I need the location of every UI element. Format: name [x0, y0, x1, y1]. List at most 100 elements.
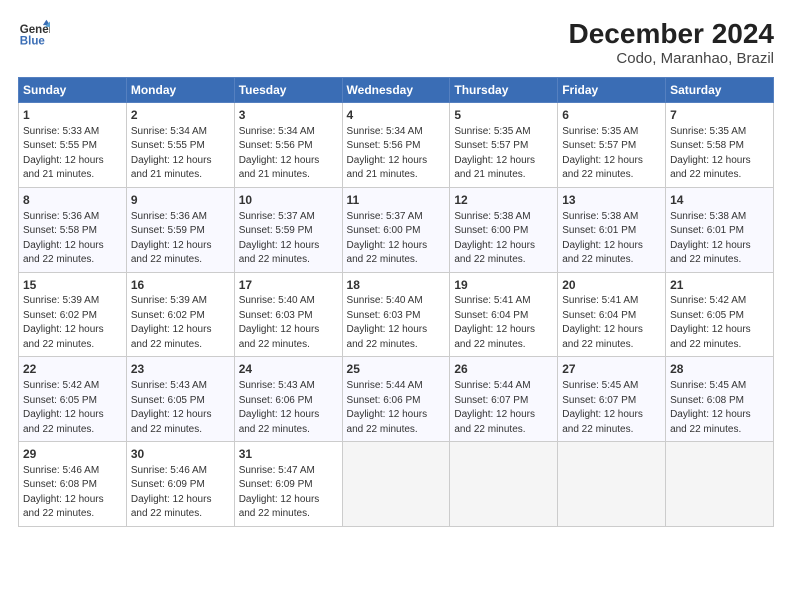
day-number: 7 — [670, 107, 769, 124]
calendar-day-cell: 20Sunrise: 5:41 AM Sunset: 6:04 PM Dayli… — [558, 272, 666, 357]
col-header-friday: Friday — [558, 78, 666, 103]
day-number: 25 — [347, 361, 446, 378]
calendar-title: December 2024 — [569, 18, 774, 50]
calendar-day-cell: 14Sunrise: 5:38 AM Sunset: 6:01 PM Dayli… — [666, 187, 774, 272]
day-number: 28 — [670, 361, 769, 378]
day-info: Sunrise: 5:46 AM Sunset: 6:08 PM Dayligh… — [23, 464, 122, 522]
calendar-day-cell: 8Sunrise: 5:36 AM Sunset: 5:58 PM Daylig… — [19, 187, 127, 272]
calendar-week-row: 29Sunrise: 5:46 AM Sunset: 6:08 PM Dayli… — [19, 442, 774, 527]
day-number: 31 — [239, 446, 338, 463]
day-number: 3 — [239, 107, 338, 124]
day-info: Sunrise: 5:36 AM Sunset: 5:59 PM Dayligh… — [131, 210, 230, 268]
logo-icon: General Blue — [18, 18, 50, 50]
day-number: 11 — [347, 192, 446, 209]
calendar-day-cell: 3Sunrise: 5:34 AM Sunset: 5:56 PM Daylig… — [234, 103, 342, 188]
calendar-day-cell — [558, 442, 666, 527]
calendar-day-cell: 29Sunrise: 5:46 AM Sunset: 6:08 PM Dayli… — [19, 442, 127, 527]
day-info: Sunrise: 5:35 AM Sunset: 5:58 PM Dayligh… — [670, 125, 769, 183]
calendar-week-row: 1Sunrise: 5:33 AM Sunset: 5:55 PM Daylig… — [19, 103, 774, 188]
day-number: 17 — [239, 277, 338, 294]
day-number: 22 — [23, 361, 122, 378]
day-info: Sunrise: 5:36 AM Sunset: 5:58 PM Dayligh… — [23, 210, 122, 268]
calendar-day-cell: 6Sunrise: 5:35 AM Sunset: 5:57 PM Daylig… — [558, 103, 666, 188]
col-header-tuesday: Tuesday — [234, 78, 342, 103]
day-number: 20 — [562, 277, 661, 294]
svg-text:General: General — [20, 24, 50, 36]
day-info: Sunrise: 5:43 AM Sunset: 6:05 PM Dayligh… — [131, 379, 230, 437]
day-info: Sunrise: 5:35 AM Sunset: 5:57 PM Dayligh… — [454, 125, 553, 183]
day-info: Sunrise: 5:38 AM Sunset: 6:01 PM Dayligh… — [562, 210, 661, 268]
calendar-day-cell — [342, 442, 450, 527]
day-info: Sunrise: 5:45 AM Sunset: 6:08 PM Dayligh… — [670, 379, 769, 437]
calendar-day-cell: 19Sunrise: 5:41 AM Sunset: 6:04 PM Dayli… — [450, 272, 558, 357]
calendar-day-cell: 26Sunrise: 5:44 AM Sunset: 6:07 PM Dayli… — [450, 357, 558, 442]
day-number: 4 — [347, 107, 446, 124]
day-number: 30 — [131, 446, 230, 463]
day-info: Sunrise: 5:40 AM Sunset: 6:03 PM Dayligh… — [347, 294, 446, 352]
calendar-day-cell: 17Sunrise: 5:40 AM Sunset: 6:03 PM Dayli… — [234, 272, 342, 357]
calendar-table: SundayMondayTuesdayWednesdayThursdayFrid… — [18, 77, 774, 527]
day-info: Sunrise: 5:42 AM Sunset: 6:05 PM Dayligh… — [23, 379, 122, 437]
day-number: 21 — [670, 277, 769, 294]
day-number: 26 — [454, 361, 553, 378]
calendar-day-cell — [450, 442, 558, 527]
day-info: Sunrise: 5:46 AM Sunset: 6:09 PM Dayligh… — [131, 464, 230, 522]
calendar-day-cell: 18Sunrise: 5:40 AM Sunset: 6:03 PM Dayli… — [342, 272, 450, 357]
calendar-day-cell: 22Sunrise: 5:42 AM Sunset: 6:05 PM Dayli… — [19, 357, 127, 442]
day-number: 18 — [347, 277, 446, 294]
col-header-monday: Monday — [126, 78, 234, 103]
calendar-week-row: 8Sunrise: 5:36 AM Sunset: 5:58 PM Daylig… — [19, 187, 774, 272]
day-info: Sunrise: 5:34 AM Sunset: 5:56 PM Dayligh… — [239, 125, 338, 183]
day-number: 8 — [23, 192, 122, 209]
calendar-day-cell: 27Sunrise: 5:45 AM Sunset: 6:07 PM Dayli… — [558, 357, 666, 442]
day-number: 27 — [562, 361, 661, 378]
calendar-day-cell: 9Sunrise: 5:36 AM Sunset: 5:59 PM Daylig… — [126, 187, 234, 272]
day-info: Sunrise: 5:43 AM Sunset: 6:06 PM Dayligh… — [239, 379, 338, 437]
day-info: Sunrise: 5:44 AM Sunset: 6:07 PM Dayligh… — [454, 379, 553, 437]
day-info: Sunrise: 5:41 AM Sunset: 6:04 PM Dayligh… — [454, 294, 553, 352]
day-number: 13 — [562, 192, 661, 209]
day-info: Sunrise: 5:44 AM Sunset: 6:06 PM Dayligh… — [347, 379, 446, 437]
calendar-day-cell: 12Sunrise: 5:38 AM Sunset: 6:00 PM Dayli… — [450, 187, 558, 272]
col-header-wednesday: Wednesday — [342, 78, 450, 103]
day-info: Sunrise: 5:34 AM Sunset: 5:56 PM Dayligh… — [347, 125, 446, 183]
calendar-day-cell: 4Sunrise: 5:34 AM Sunset: 5:56 PM Daylig… — [342, 103, 450, 188]
day-info: Sunrise: 5:34 AM Sunset: 5:55 PM Dayligh… — [131, 125, 230, 183]
calendar-day-cell: 2Sunrise: 5:34 AM Sunset: 5:55 PM Daylig… — [126, 103, 234, 188]
day-number: 1 — [23, 107, 122, 124]
calendar-day-cell: 1Sunrise: 5:33 AM Sunset: 5:55 PM Daylig… — [19, 103, 127, 188]
calendar-day-cell — [666, 442, 774, 527]
day-info: Sunrise: 5:41 AM Sunset: 6:04 PM Dayligh… — [562, 294, 661, 352]
day-number: 24 — [239, 361, 338, 378]
header: General Blue December 2024 Codo, Maranha… — [18, 18, 774, 67]
logo: General Blue — [18, 18, 50, 50]
day-number: 19 — [454, 277, 553, 294]
day-info: Sunrise: 5:33 AM Sunset: 5:55 PM Dayligh… — [23, 125, 122, 183]
calendar-day-cell: 11Sunrise: 5:37 AM Sunset: 6:00 PM Dayli… — [342, 187, 450, 272]
calendar-day-cell: 13Sunrise: 5:38 AM Sunset: 6:01 PM Dayli… — [558, 187, 666, 272]
day-number: 12 — [454, 192, 553, 209]
day-info: Sunrise: 5:38 AM Sunset: 6:01 PM Dayligh… — [670, 210, 769, 268]
calendar-day-cell: 10Sunrise: 5:37 AM Sunset: 5:59 PM Dayli… — [234, 187, 342, 272]
day-number: 29 — [23, 446, 122, 463]
day-info: Sunrise: 5:37 AM Sunset: 6:00 PM Dayligh… — [347, 210, 446, 268]
calendar-day-cell: 24Sunrise: 5:43 AM Sunset: 6:06 PM Dayli… — [234, 357, 342, 442]
day-number: 10 — [239, 192, 338, 209]
calendar-day-cell: 25Sunrise: 5:44 AM Sunset: 6:06 PM Dayli… — [342, 357, 450, 442]
day-info: Sunrise: 5:42 AM Sunset: 6:05 PM Dayligh… — [670, 294, 769, 352]
day-number: 23 — [131, 361, 230, 378]
day-number: 15 — [23, 277, 122, 294]
calendar-header-row: SundayMondayTuesdayWednesdayThursdayFrid… — [19, 78, 774, 103]
day-info: Sunrise: 5:39 AM Sunset: 6:02 PM Dayligh… — [23, 294, 122, 352]
day-number: 9 — [131, 192, 230, 209]
calendar-day-cell: 23Sunrise: 5:43 AM Sunset: 6:05 PM Dayli… — [126, 357, 234, 442]
day-info: Sunrise: 5:47 AM Sunset: 6:09 PM Dayligh… — [239, 464, 338, 522]
day-info: Sunrise: 5:39 AM Sunset: 6:02 PM Dayligh… — [131, 294, 230, 352]
day-number: 2 — [131, 107, 230, 124]
col-header-thursday: Thursday — [450, 78, 558, 103]
calendar-week-row: 15Sunrise: 5:39 AM Sunset: 6:02 PM Dayli… — [19, 272, 774, 357]
day-info: Sunrise: 5:38 AM Sunset: 6:00 PM Dayligh… — [454, 210, 553, 268]
day-info: Sunrise: 5:37 AM Sunset: 5:59 PM Dayligh… — [239, 210, 338, 268]
calendar-day-cell: 16Sunrise: 5:39 AM Sunset: 6:02 PM Dayli… — [126, 272, 234, 357]
col-header-saturday: Saturday — [666, 78, 774, 103]
